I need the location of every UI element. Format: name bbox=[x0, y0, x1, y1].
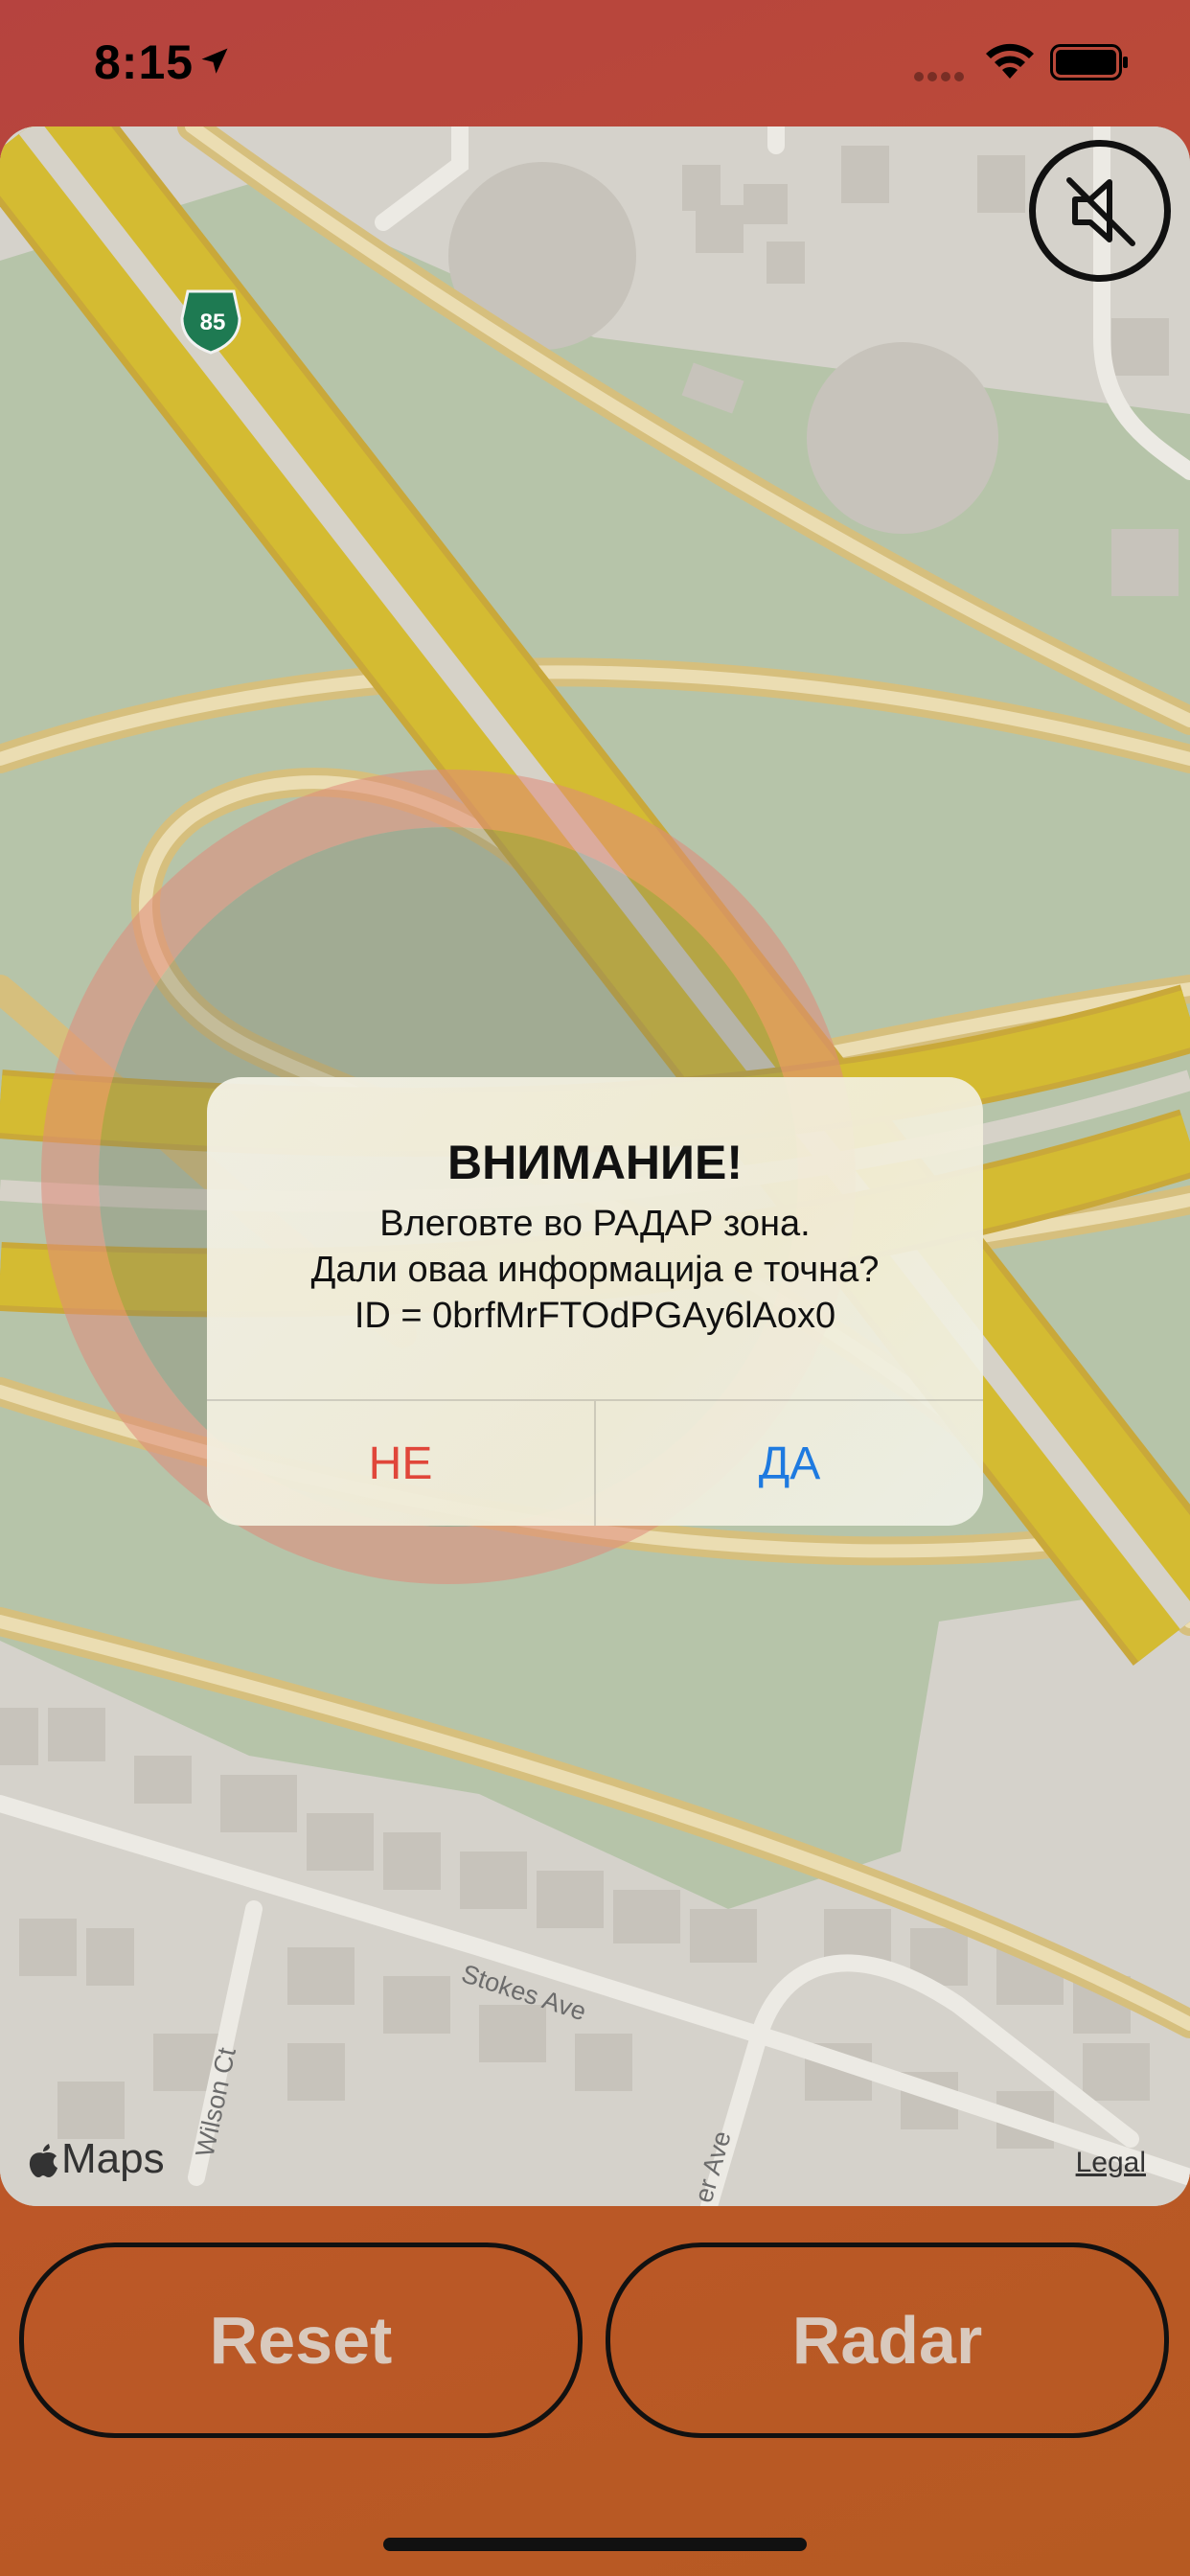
apple-maps-attribution: Maps bbox=[27, 2135, 165, 2183]
home-indicator[interactable] bbox=[383, 2538, 807, 2551]
location-arrow-icon bbox=[201, 48, 228, 74]
alert-yes-button[interactable]: ДА bbox=[596, 1401, 983, 1526]
mute-button[interactable] bbox=[1029, 140, 1171, 282]
wifi-icon bbox=[986, 43, 1034, 79]
alert-title: ВНИМАНИЕ! bbox=[447, 1136, 743, 1189]
status-bar: 8:15 bbox=[0, 0, 1190, 126]
speaker-muted-icon bbox=[1066, 177, 1135, 246]
alert-message-line-1: Влеговте во РАДАР зона. bbox=[379, 1204, 811, 1244]
alert-no-button[interactable]: НЕ bbox=[207, 1401, 594, 1526]
apple-logo-icon bbox=[29, 2144, 57, 2177]
alert-message-line-2: Дали оваа информација е точна? bbox=[310, 1250, 880, 1290]
maps-attribution-text: Maps bbox=[61, 2135, 165, 2182]
signal-icon bbox=[914, 69, 970, 81]
alert-message-line-3: ID = 0brfMrFTOdPGAy6lAox0 bbox=[354, 1296, 836, 1336]
legal-link[interactable]: Legal bbox=[1076, 2147, 1146, 2179]
battery-icon bbox=[1050, 44, 1128, 80]
radar-alert-dialog: ВНИМАНИЕ! Влеговте во РАДАР зона. Дали о… bbox=[207, 1077, 983, 1526]
highway-shield-label: 85 bbox=[200, 310, 226, 335]
reset-button[interactable]: Reset bbox=[19, 2242, 583, 2438]
status-time: 8:15 bbox=[94, 35, 195, 89]
radar-button[interactable]: Radar bbox=[606, 2242, 1169, 2438]
